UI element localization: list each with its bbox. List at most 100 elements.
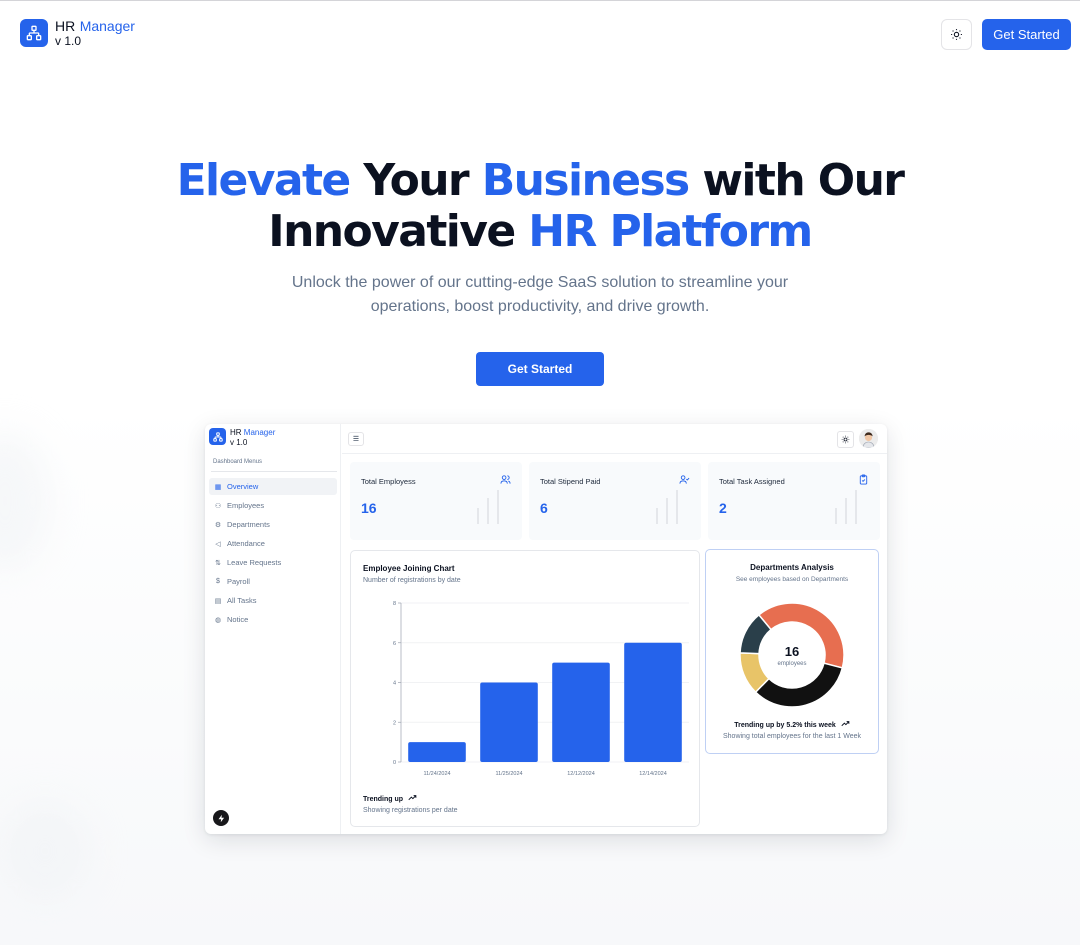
grid-icon: ▦ bbox=[214, 483, 222, 491]
users-icon bbox=[500, 474, 511, 487]
sidebar-item-departments[interactable]: ⚙ Departments bbox=[209, 516, 337, 533]
stat-value: 2 bbox=[719, 500, 727, 516]
notice-icon: ◍ bbox=[214, 616, 222, 624]
stat-card-stipend: Total Stipend Paid 6 bbox=[529, 462, 701, 540]
dashboard-brand-hr: HR bbox=[230, 428, 242, 437]
sidebar-item-notice[interactable]: ◍ Notice bbox=[209, 611, 337, 628]
top-nav: HR Manager v 1.0 Get Started bbox=[20, 18, 1071, 52]
dashboard-menu: ▦ Overview ⚇ Employees ⚙ Departments ◁ Atten… bbox=[209, 478, 337, 630]
hero: Elevate Your Business with Our Innovativ… bbox=[0, 155, 1080, 386]
employee-joining-bar-chart: 0 2 4 6 8 11/24/2024 11/25/2024 12/12/2024 12/14… bbox=[393, 601, 689, 777]
bar bbox=[552, 662, 610, 762]
sidebar-item-employees[interactable]: ⚇ Employees bbox=[209, 497, 337, 514]
stat-title: Total Stipend Paid bbox=[540, 477, 601, 486]
dashboard-brand-text: HR Manager v 1.0 bbox=[230, 428, 275, 448]
menu-heading: Dashboard Menus bbox=[213, 459, 263, 465]
sidebar-item-label: All Tasks bbox=[227, 596, 257, 605]
dashboard-preview: HR Manager v 1.0 Dashboard Menus ▦ Overvi… bbox=[205, 424, 887, 834]
sidebar-item-overview[interactable]: ▦ Overview bbox=[209, 478, 337, 495]
chart-title: Employee Joining Chart bbox=[363, 564, 455, 573]
donut-center: 16 employees bbox=[706, 644, 878, 667]
stat-value: 16 bbox=[361, 500, 377, 516]
dashboard-theme-toggle[interactable] bbox=[837, 431, 854, 448]
y-tick-label: 0 bbox=[393, 760, 396, 766]
sidebar-item-label: Overview bbox=[227, 482, 259, 491]
sun-icon bbox=[951, 29, 962, 40]
chart-trend-subtitle: Showing registrations per date bbox=[363, 807, 458, 814]
sidebar-item-label: Employees bbox=[227, 501, 265, 510]
sidebar-item-label: Payroll bbox=[227, 577, 250, 586]
stat-title: Total Task Assigned bbox=[719, 477, 785, 486]
bolt-button[interactable] bbox=[213, 810, 229, 826]
stat-card-employees: Total Employess 16 bbox=[350, 462, 522, 540]
trending-up-icon bbox=[408, 795, 417, 801]
user-check-icon bbox=[679, 474, 690, 487]
stat-value: 6 bbox=[540, 500, 548, 516]
brand[interactable]: HR Manager v 1.0 bbox=[20, 19, 135, 49]
org-chart-icon bbox=[209, 428, 226, 445]
menu-divider bbox=[211, 471, 337, 472]
org-chart-icon bbox=[20, 19, 48, 47]
donut-slice bbox=[754, 662, 844, 707]
dashboard-sidebar: HR Manager v 1.0 Dashboard Menus ▦ Overvi… bbox=[205, 424, 341, 834]
chart-trend-label: Trending up bbox=[363, 796, 404, 803]
clipboard-icon: ▤ bbox=[214, 597, 222, 605]
theme-toggle-button[interactable] bbox=[941, 19, 972, 50]
y-tick-label: 4 bbox=[393, 681, 396, 687]
get-started-button[interactable]: Get Started bbox=[982, 19, 1071, 50]
dashboard-brand-version: v 1.0 bbox=[230, 438, 248, 447]
dashboard-brand: HR Manager v 1.0 bbox=[209, 428, 275, 448]
brand-manager: Manager bbox=[79, 18, 135, 34]
sun-icon bbox=[841, 435, 850, 444]
stat-title: Total Employess bbox=[361, 477, 416, 486]
donut-center-value: 16 bbox=[784, 644, 800, 659]
x-tick-label: 11/25/2024 bbox=[495, 771, 522, 777]
sidebar-item-label: Attendance bbox=[227, 539, 265, 548]
dollar-icon: $ bbox=[216, 578, 220, 585]
hero-title-word: Innovative bbox=[268, 206, 529, 257]
clipboard-check-icon bbox=[858, 474, 869, 487]
sidebar-item-label: Departments bbox=[227, 520, 270, 529]
hero-title: Elevate Your Business with Our Innovativ… bbox=[0, 155, 1080, 257]
chart-subtitle: Number of registrations by date bbox=[363, 577, 461, 584]
dashboard-topbar: ☰ bbox=[342, 424, 887, 454]
hero-get-started-button[interactable]: Get Started bbox=[476, 352, 604, 386]
hero-title-word: Business bbox=[481, 155, 690, 206]
dashboard-brand-manager: Manager bbox=[243, 428, 276, 437]
departments-subtitle: See employees based on Departments bbox=[735, 576, 849, 583]
sidebar-item-leave-requests[interactable]: ⇅ Leave Requests bbox=[209, 554, 337, 571]
x-tick-label: 12/12/2024 bbox=[567, 771, 595, 777]
sidebar-item-attendance[interactable]: ◁ Attendance bbox=[209, 535, 337, 552]
chart-trend: Trending up bbox=[363, 794, 417, 803]
bar bbox=[624, 642, 682, 762]
menu-toggle-button[interactable]: ☰ bbox=[348, 432, 364, 446]
brand-version: v 1.0 bbox=[55, 34, 82, 48]
sidebar-item-label: Leave Requests bbox=[227, 558, 282, 567]
users-icon: ⚇ bbox=[214, 502, 222, 510]
avatar[interactable] bbox=[859, 429, 878, 448]
megaphone-icon: ◁ bbox=[215, 540, 221, 548]
bar bbox=[480, 682, 538, 762]
hero-title-word: Your bbox=[349, 155, 482, 206]
hero-title-word: HR Platform bbox=[528, 206, 813, 257]
leave-icon: ⇅ bbox=[215, 559, 221, 567]
departments-icon: ⚙ bbox=[214, 521, 222, 529]
sidebar-item-all-tasks[interactable]: ▤ All Tasks bbox=[209, 592, 337, 609]
bar bbox=[408, 742, 466, 762]
departments-title: Departments Analysis bbox=[750, 563, 834, 572]
sidebar-item-label: Notice bbox=[227, 615, 249, 624]
sidebar-item-payroll[interactable]: $ Payroll bbox=[209, 573, 337, 590]
sparkline-icon bbox=[835, 490, 857, 524]
brand-hr: HR bbox=[55, 18, 76, 34]
hero-title-word: Elevate bbox=[176, 155, 352, 206]
departments-trend: Trending up by 5.2% this week bbox=[706, 720, 878, 729]
background-blur bbox=[0, 801, 90, 901]
departments-analysis-card: Departments Analysis See employees based… bbox=[705, 549, 879, 754]
x-tick-label: 11/24/2024 bbox=[423, 771, 450, 777]
trending-up-icon bbox=[841, 721, 850, 727]
employee-joining-chart-card: Employee Joining Chart Number of registr… bbox=[350, 550, 700, 827]
hero-title-word: with Our bbox=[688, 155, 905, 206]
stat-card-tasks: Total Task Assigned 2 bbox=[708, 462, 880, 540]
sparkline-icon bbox=[477, 490, 499, 524]
y-tick-label: 2 bbox=[393, 720, 396, 726]
